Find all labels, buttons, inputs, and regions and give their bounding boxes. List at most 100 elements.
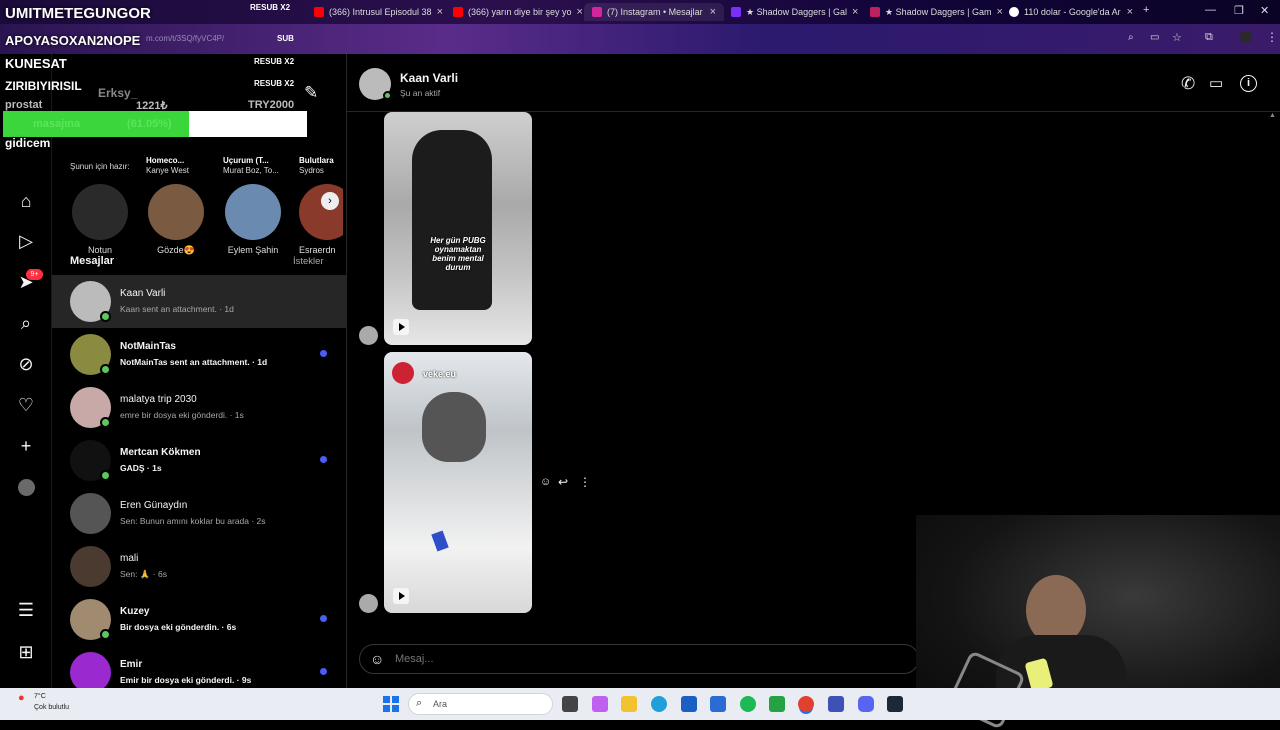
window-close-icon[interactable]: ✕	[1260, 4, 1269, 17]
tab-label: ★ Shadow Daggers | Gal	[746, 6, 847, 17]
close-icon[interactable]: ×	[710, 6, 716, 18]
react-emoji-icon[interactable]: ☺	[540, 476, 551, 488]
profile-avatar[interactable]	[18, 479, 35, 496]
maximize-icon[interactable]: ❐	[1234, 4, 1244, 17]
steam-icon[interactable]	[887, 696, 903, 712]
new-message-compose-icon[interactable]: ✎	[304, 83, 318, 103]
search-label: Ara	[433, 699, 448, 709]
online-indicator	[100, 470, 111, 481]
task-view-icon[interactable]	[562, 696, 578, 712]
zoom-icon[interactable]: ⌕	[1128, 32, 1134, 43]
reels-icon[interactable]: ▷	[16, 231, 36, 251]
music-note[interactable]: Bulutlara Sydros	[299, 156, 334, 176]
reel-attachment[interactable]: veke.eu	[384, 352, 532, 613]
thread-row[interactable]: Mertcan Kökmen GADŞ · 1s	[52, 434, 346, 487]
thread-row[interactable]: Kuzey Bir dosya eki gönderdin. · 6s	[52, 593, 346, 646]
extensions-icon[interactable]: ⧉	[1205, 31, 1213, 44]
thread-row[interactable]: mali Sen: 🙏 · 6s	[52, 540, 346, 593]
avatar	[359, 326, 378, 345]
star-icon	[731, 7, 741, 17]
spotify-icon[interactable]	[740, 696, 756, 712]
reel-author-avatar	[392, 362, 414, 384]
story-item[interactable]: Eylem Şahin	[223, 184, 283, 255]
search-icon[interactable]: ⌕	[16, 313, 36, 333]
explore-compass-icon[interactable]: ⊘	[16, 354, 36, 374]
browser-tab-active[interactable]: (7) Instagram • Mesajlar ×	[584, 3, 724, 21]
close-icon[interactable]: ×	[577, 6, 583, 18]
video-call-icon[interactable]: ▭	[1209, 74, 1223, 92]
browser-tab[interactable]: ★ Shadow Daggers | Gam ×	[862, 3, 1002, 21]
online-indicator	[100, 311, 111, 322]
profile-avatar[interactable]	[1240, 31, 1252, 43]
new-tab-icon[interactable]: +	[1143, 4, 1149, 16]
create-plus-icon[interactable]: +	[16, 436, 36, 456]
overlay-line: gidicem	[5, 136, 51, 150]
close-icon[interactable]: ×	[1127, 6, 1133, 18]
story-item[interactable]: Gözde😍	[146, 184, 206, 256]
bookmark-star-icon[interactable]: ☆	[1172, 31, 1182, 44]
overlay-badge: SUB	[277, 34, 294, 43]
browser-tab[interactable]: (366) Intrusul Episodul 38 ×	[306, 3, 446, 21]
close-icon[interactable]: ×	[852, 6, 858, 18]
thread-row[interactable]: Kaan Varli Kaan sent an attachment. · 1d	[52, 275, 346, 328]
reel-caption: Her gün PUBG oynamaktan benim mental dur…	[430, 236, 486, 272]
heart-icon[interactable]: ♡	[16, 395, 36, 415]
more-menu-icon[interactable]: ☰	[16, 600, 36, 620]
browser-tab[interactable]: (366) yarın diye bir şey yo ×	[445, 3, 585, 21]
chrome-icon[interactable]	[798, 696, 814, 712]
start-button[interactable]	[383, 696, 399, 712]
notification-badge: 9+	[26, 269, 43, 280]
message-input[interactable]	[395, 651, 895, 667]
music-note[interactable]: Homeco... Kanye West	[146, 156, 189, 176]
reel-play-icon	[393, 319, 409, 335]
scrollbar-up-icon[interactable]: ▲	[1269, 112, 1276, 122]
message-composer[interactable]: ☺	[359, 644, 919, 674]
tab-label: ★ Shadow Daggers | Gam	[885, 6, 992, 17]
unread-dot	[320, 615, 327, 622]
thread-row[interactable]: NotMainTas NotMainTas sent an attachment…	[52, 328, 346, 381]
copilot-icon[interactable]	[592, 696, 608, 712]
menu-kebab-icon[interactable]: ⋮	[1266, 30, 1278, 44]
browser-tab[interactable]: ★ Shadow Daggers | Gal ×	[723, 3, 863, 21]
reel-attachment[interactable]: Her gün PUBG oynamaktan benim mental dur…	[384, 112, 532, 345]
chevron-right-icon[interactable]: ›	[321, 192, 339, 210]
notes-label: Şunun için hazır:	[70, 162, 130, 171]
taskbar-search[interactable]: ⌕ Ara	[408, 693, 553, 715]
person-figure	[412, 130, 492, 310]
overlay-badge: RESUB X2	[250, 3, 291, 12]
weather-icon: ●	[18, 692, 25, 704]
emoji-picker-icon[interactable]: ☺	[370, 651, 384, 667]
app-icon[interactable]	[828, 696, 844, 712]
story-item[interactable]: Notun	[70, 184, 130, 255]
goal-percent: (61.05%)	[127, 118, 172, 130]
store-icon[interactable]	[681, 696, 697, 712]
home-icon[interactable]: ⌂	[16, 191, 36, 211]
thread-row[interactable]: malatya trip 2030 emre bir dosya eki gön…	[52, 381, 346, 434]
phone-call-icon[interactable]: ✆	[1181, 74, 1195, 94]
meta-apps-icon[interactable]: ⊞	[16, 642, 36, 662]
tab-label: (366) yarın diye bir şey yo	[468, 7, 572, 17]
avatar	[70, 652, 111, 693]
youtube-icon	[314, 7, 324, 17]
close-icon[interactable]: ×	[437, 6, 443, 18]
reply-icon[interactable]: ↩	[558, 475, 568, 489]
more-options-icon[interactable]: ⋮	[579, 475, 591, 489]
overlay-title: UMITMETEGUNGOR	[5, 5, 151, 22]
mail-icon[interactable]	[710, 696, 726, 712]
online-indicator	[100, 417, 111, 428]
minimize-icon[interactable]: —	[1205, 4, 1216, 16]
discord-icon[interactable]	[858, 696, 874, 712]
file-explorer-icon[interactable]	[621, 696, 637, 712]
browser-tab[interactable]: 110 dolar - Google'da Ar ×	[1001, 3, 1141, 21]
online-indicator	[100, 364, 111, 375]
music-note[interactable]: Uçurum (T... Murat Boz, To...	[223, 156, 279, 176]
online-indicator	[383, 91, 392, 100]
info-icon[interactable]: i	[1240, 75, 1257, 92]
edge-icon[interactable]	[651, 696, 667, 712]
thread-row[interactable]: Eren Günaydın Sen: Bunun amını koklar bu…	[52, 487, 346, 540]
reel-author-name: veke.eu	[423, 369, 457, 379]
requests-link[interactable]: İstekler	[293, 256, 324, 267]
whatsapp-icon[interactable]	[769, 696, 785, 712]
chat-contact-name[interactable]: Kaan Varli	[400, 71, 458, 85]
cast-icon[interactable]: ▭	[1150, 32, 1159, 43]
